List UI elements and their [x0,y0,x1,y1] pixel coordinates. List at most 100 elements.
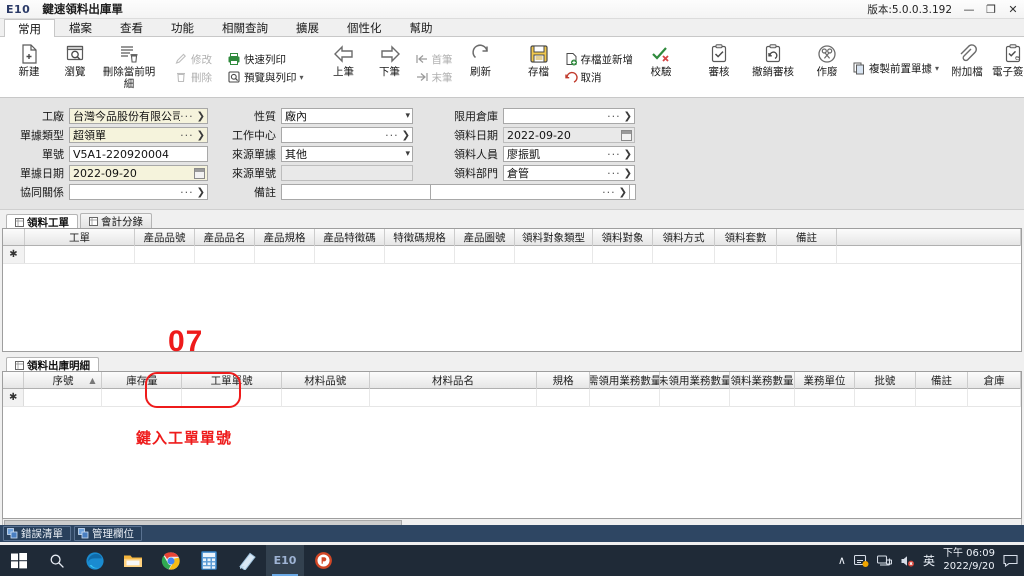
issue-department-lookup-dots[interactable]: ··· [607,167,621,180]
last-record-button[interactable]: 末筆 [413,69,458,86]
column-material-name[interactable]: 材料品名 [370,372,538,389]
ribbon-tab-view[interactable]: 查看 [106,18,157,36]
taskbar-edge-button[interactable] [76,545,114,576]
save-and-new-button[interactable]: 存檔並新增 [562,51,639,68]
refresh-button[interactable]: 刷新 [458,39,504,97]
ribbon-tab-related-query[interactable]: 相關查詢 [208,18,282,36]
table-row[interactable]: ✱ [3,246,1021,264]
collaboration-input[interactable]: ··· ❯ [69,184,208,200]
cell-detail-remark[interactable] [916,389,969,407]
document-type-lookup-arrow[interactable]: ❯ [197,130,205,141]
column-required-qty[interactable]: 需領用業務數量 [590,372,661,389]
print-preview-button[interactable]: 預覽與列印 ▾ [225,69,309,86]
taskbar-clock[interactable]: 下午 06:09 2022/9/20 [943,548,995,573]
column-product-name[interactable]: 產品品名 [195,229,255,246]
issue-person-lookup-dots[interactable]: ··· [607,148,621,161]
issue-department-input[interactable]: 倉管 ··· ❯ [503,165,635,181]
taskbar-chrome-button[interactable] [152,545,190,576]
column-material-code[interactable]: 材料品號 [282,372,370,389]
chevron-down-icon[interactable]: ▾ [405,111,410,121]
column-workorder-number[interactable]: 工單單號 [182,372,282,389]
cell-workorder[interactable] [25,246,135,264]
work-center-lookup-dots[interactable]: ··· [385,129,399,142]
restricted-warehouse-lookup-arrow[interactable]: ❯ [624,111,632,122]
e-signature-button[interactable]: e 電子簽核 [990,39,1024,97]
cell-material-name[interactable] [370,389,538,407]
column-issued-qty[interactable]: 領料業務數量 [730,372,795,389]
maximize-button[interactable]: ❐ [980,0,1002,19]
nature-select[interactable]: 廠內 ▾ [281,108,413,124]
column-issue-target-type[interactable]: 領料對象類型 [515,229,593,246]
document-date-input[interactable]: 2022-09-20 [69,165,208,181]
cell-issued-qty[interactable] [730,389,795,407]
factory-lookup-arrow[interactable]: ❯ [197,111,205,122]
column-warehouse[interactable]: 倉庫 [968,372,1021,389]
cell-feature-code-spec[interactable] [385,246,455,264]
cell-lot-no[interactable] [855,389,916,407]
minimize-button[interactable]: — [958,0,980,19]
notifications-icon[interactable] [1003,554,1018,567]
taskbar-start-button[interactable] [0,545,38,576]
chevron-down-icon[interactable]: ▾ [405,149,410,159]
issue-date-input[interactable]: 2022-09-20 [503,127,635,143]
extra-lookup-arrow[interactable]: ❯ [619,187,627,198]
column-issue-method[interactable]: 領料方式 [653,229,715,246]
work-center-lookup-arrow[interactable]: ❯ [402,130,410,141]
taskbar-e10-button[interactable]: E10 [266,545,304,576]
taskbar-powerpoint-button[interactable] [304,545,342,576]
cell-warehouse[interactable] [968,389,1021,407]
cell-product-code[interactable] [135,246,195,264]
issue-person-input[interactable]: 廖振凱 ··· ❯ [503,146,635,162]
collaboration-lookup-arrow[interactable]: ❯ [197,187,205,198]
column-business-unit[interactable]: 業務單位 [795,372,856,389]
column-product-spec[interactable]: 產品規格 [255,229,315,246]
column-seq-no[interactable]: 序號 ▲ [24,372,103,389]
document-type-input[interactable]: 超領單 ··· ❯ [69,127,208,143]
column-feature-code-spec[interactable]: 特徵碼規格 [385,229,455,246]
delete-button[interactable]: 刪除 [172,69,217,86]
cell-product-feature-code[interactable] [315,246,385,264]
work-center-input[interactable]: ··· ❯ [281,127,413,143]
cell-product-drawing-no[interactable] [455,246,515,264]
column-stock-qty[interactable]: 庫存量 [102,372,183,389]
quick-print-button[interactable]: 快速列印 [225,51,309,68]
void-button[interactable]: 作廢 [804,39,850,97]
document-type-lookup-dots[interactable]: ··· [180,129,194,142]
close-button[interactable]: ✕ [1002,0,1024,19]
delete-current-detail-button[interactable]: 刪除當前明細 [98,39,160,97]
cell-workorder-number[interactable] [182,389,282,407]
chevron-down-icon[interactable]: ▾ [935,64,939,73]
table-row[interactable]: ✱ [3,389,1021,407]
collaboration-lookup-dots[interactable]: ··· [180,186,194,199]
tab-accounting-entry[interactable]: 會計分錄 [80,213,152,228]
tab-issue-detail[interactable]: 領料出庫明細 [6,357,99,372]
manage-fields-button[interactable]: 管理欄位 [74,526,142,541]
cell-issue-set-qty[interactable] [715,246,777,264]
cancel-button[interactable]: 取消 [562,69,639,86]
cell-required-qty[interactable] [590,389,661,407]
modify-button[interactable]: 修改 [172,51,217,68]
tray-expand-icon[interactable]: ∧ [838,554,846,567]
onedrive-status-icon[interactable] [853,554,869,568]
cell-stock-qty[interactable] [102,389,183,407]
ribbon-tab-extension[interactable]: 擴展 [282,18,333,36]
calendar-icon[interactable] [621,129,632,141]
save-button[interactable]: 存檔 [516,39,562,97]
column-spec[interactable]: 規格 [537,372,590,389]
issue-person-lookup-arrow[interactable]: ❯ [624,149,632,160]
issue-department-lookup-arrow[interactable]: ❯ [624,168,632,179]
network-icon[interactable] [876,554,892,568]
column-workorder-remark[interactable]: 備註 [777,229,837,246]
first-record-button[interactable]: 首筆 [413,51,458,68]
ime-indicator[interactable]: 英 [923,552,935,569]
sort-ascending-icon[interactable]: ▲ [89,376,95,385]
column-issue-target[interactable]: 領料對象 [593,229,653,246]
ribbon-tab-common[interactable]: 常用 [4,19,55,37]
restricted-warehouse-lookup-dots[interactable]: ··· [607,110,621,123]
volume-muted-icon[interactable] [900,554,915,568]
chevron-down-icon[interactable]: ▾ [300,73,304,82]
source-document-select[interactable]: 其他 ▾ [281,146,413,162]
extra-lookup-input[interactable]: ··· ❯ [430,184,630,200]
cell-seq-no[interactable] [24,389,103,407]
tab-material-workorder[interactable]: 領料工單 [6,214,78,229]
